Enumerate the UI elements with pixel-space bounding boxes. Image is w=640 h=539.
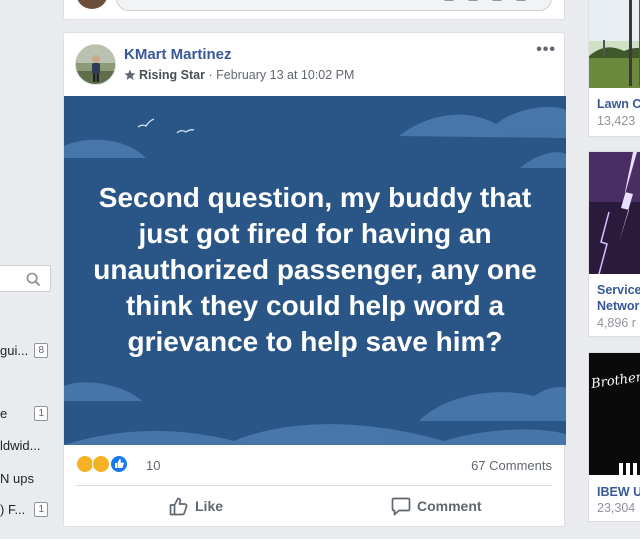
sidebar-item-label: ldwid... [0,438,41,453]
page-cover-image [589,152,640,274]
like-button[interactable]: Like [169,493,223,519]
reaction-count: 10 [146,458,161,473]
sidebar-item[interactable]: ldwid... [0,436,52,456]
like-label: Like [195,498,224,514]
page-name-line2[interactable]: Networ [597,299,639,313]
camera-icon[interactable] [467,0,479,1]
comment-input[interactable] [116,0,552,11]
page-name[interactable]: Service [597,283,640,297]
comment-button[interactable]: Comment [391,493,482,519]
previous-post-card [63,0,565,20]
sidebar-item[interactable]: ) F... 1 [0,500,52,520]
gif-icon[interactable] [491,0,503,1]
sidebar-item[interactable]: N ups [0,469,52,489]
page-name[interactable]: Lawn C [597,97,640,111]
search-icon [26,272,41,287]
post-author[interactable]: KMart Martinez [124,46,232,63]
post-card: KMart Martinez Rising Star · February 13… [63,32,566,527]
post-meta: Rising Star · February 13 at 10:02 PM [124,68,354,82]
star-icon [124,69,136,80]
sidebar-item-count: 8 [34,343,48,358]
page-likes: 4,896 r [597,316,636,330]
cover-image-text: Brothers [590,369,640,392]
meta-separator: · [208,68,213,82]
post-text: Second question, my buddy that just got … [93,182,537,357]
sidebar-item-label: ) F... [0,502,26,517]
page-likes: 23,304 [597,501,636,515]
wow-icon [92,455,110,473]
sidebar-item-label: gui... [0,343,29,358]
page-cover-image: Brothers [589,353,640,475]
sidebar-item-label: N ups [0,471,34,486]
emoji-icon[interactable] [443,0,455,1]
sidebar-item[interactable]: gui... 8 [0,341,52,361]
divider [76,485,552,486]
page-name[interactable]: IBEW U [597,485,640,499]
suggested-page-card[interactable]: Lawn C 13,423 [588,0,640,137]
sidebar-item[interactable]: e 1 [0,404,52,424]
comments-count[interactable]: 67 Comments [471,458,552,473]
like-icon [110,455,128,473]
avatar[interactable] [76,0,108,9]
post-background: Second question, my buddy that just got … [64,96,566,445]
page-likes: 13,423 [597,114,636,128]
page-cover-image [589,0,640,88]
profile-photo [76,45,115,84]
cover-image-graphic [619,463,640,475]
more-options-icon[interactable]: ••• [536,42,556,58]
search-input[interactable] [0,265,51,292]
sidebar-item-label: e [0,406,8,421]
sidebar-item-count: 1 [34,406,48,421]
member-badge[interactable]: Rising Star [139,68,205,82]
sidebar-item-count: 1 [34,502,48,517]
thumbs-up-icon [169,497,188,515]
suggested-page-card[interactable]: Brothers IBEW U 23,304 [588,352,640,522]
post-timestamp[interactable]: February 13 at 10:02 PM [216,68,354,82]
suggested-page-card[interactable]: Service Networ 4,896 r [588,151,640,337]
sticker-icon[interactable] [515,0,527,1]
comment-label: Comment [417,498,482,514]
comment-icon [391,497,411,515]
avatar[interactable] [75,44,116,85]
